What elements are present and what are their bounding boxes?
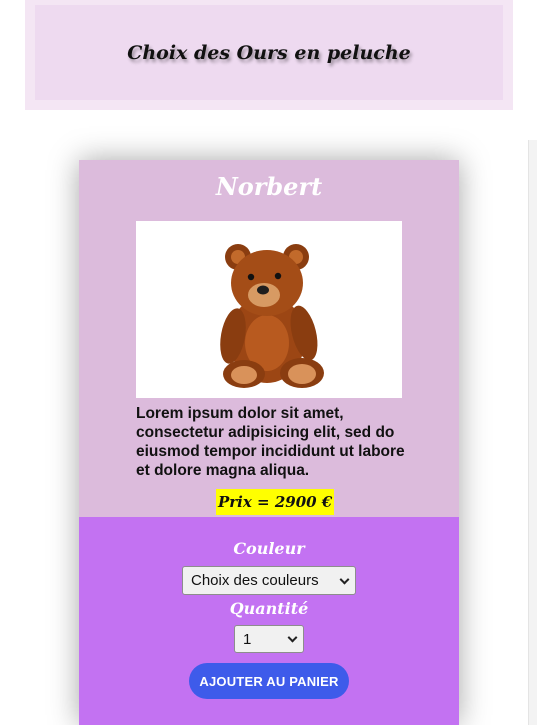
color-select-value: Choix des couleurs xyxy=(191,572,319,589)
header-banner: Choix des Ours en peluche xyxy=(25,0,513,110)
color-label: Couleur xyxy=(233,539,305,558)
header-panel: Choix des Ours en peluche xyxy=(35,5,503,100)
product-info-panel: Norbert Lorem ipsum dolor sit amet, cons… xyxy=(79,160,459,517)
product-image xyxy=(136,221,402,398)
product-description: Lorem ipsum dolor sit amet, consectetur … xyxy=(136,405,405,479)
product-name: Norbert xyxy=(215,172,323,201)
product-price: Prix = 2900 € xyxy=(216,489,335,515)
chevron-down-icon xyxy=(339,574,350,585)
scrollbar[interactable] xyxy=(528,140,537,725)
quantity-label: Quantité xyxy=(229,599,309,618)
add-to-cart-button[interactable]: AJOUTER AU PANIER xyxy=(189,663,349,699)
product-options-panel: Couleur Choix des couleurs Quantité 1 AJ… xyxy=(79,517,459,725)
chevron-down-icon xyxy=(287,632,298,643)
quantity-select-value: 1 xyxy=(243,630,252,648)
color-select[interactable]: Choix des couleurs xyxy=(182,566,356,595)
page-title: Choix des Ours en peluche xyxy=(127,41,411,64)
teddy-bear-illustration xyxy=(220,244,324,388)
quantity-select[interactable]: 1 xyxy=(234,625,304,653)
product-card: Norbert Lorem ipsum dolor sit amet, cons… xyxy=(79,160,459,725)
